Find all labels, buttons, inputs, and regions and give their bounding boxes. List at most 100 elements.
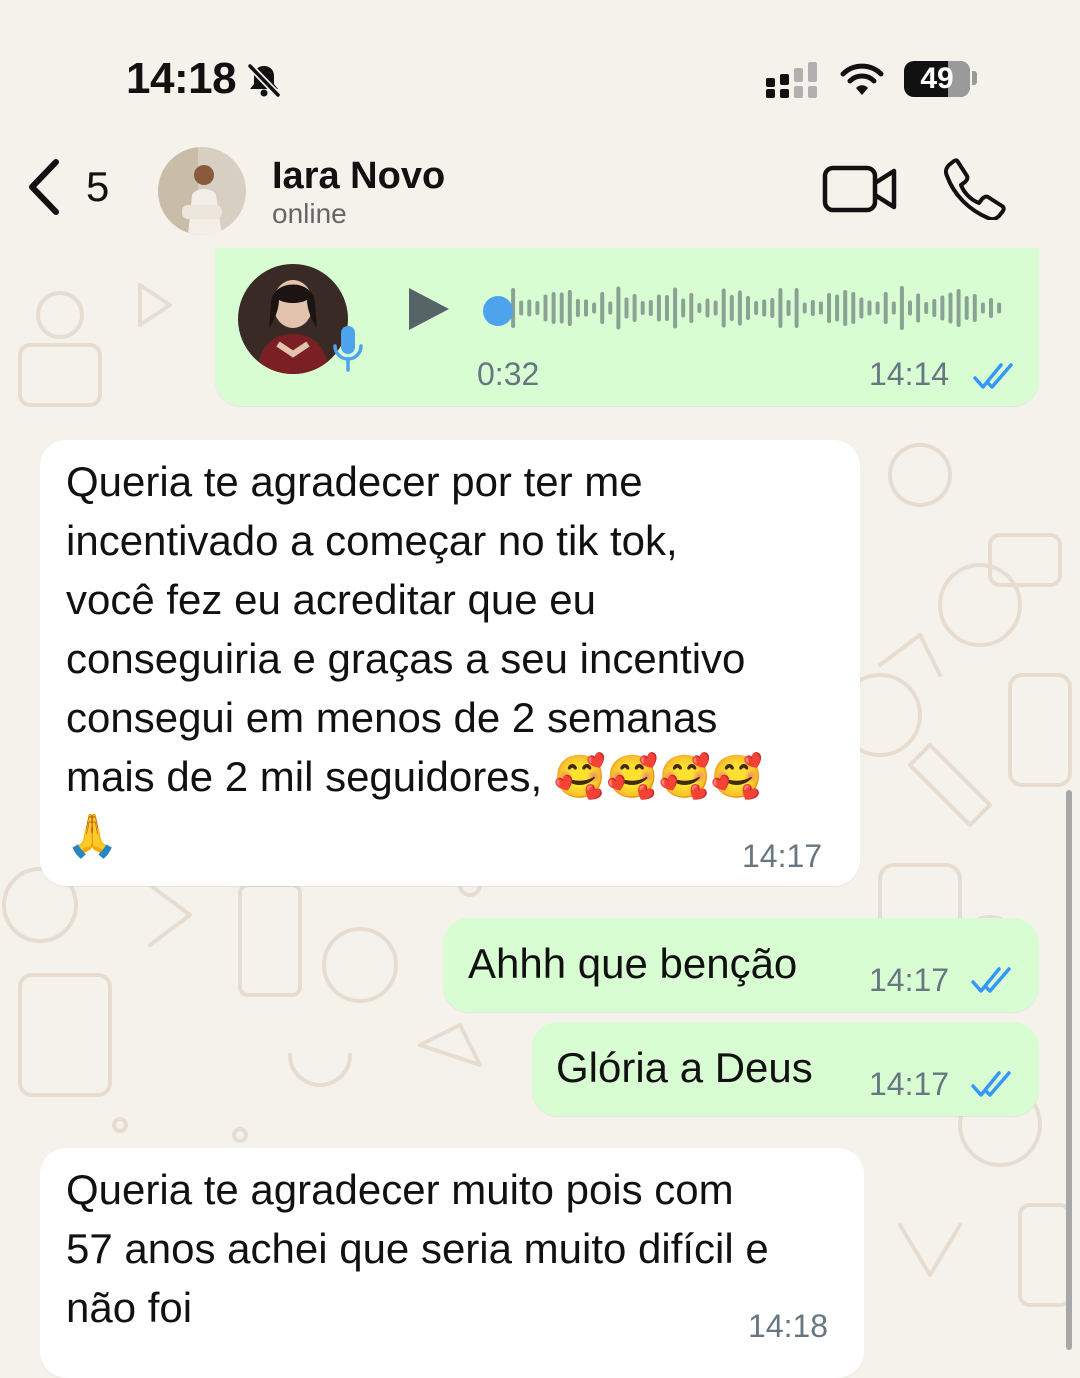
waveform-bar [948,292,953,324]
contact-avatar[interactable] [158,147,246,235]
bell-slash-icon [247,63,281,98]
incoming-message[interactable]: Queria te agradecer por ter me incentiva… [40,440,860,886]
waveform-bar [640,301,645,315]
chevron-left-icon [29,159,59,215]
waveform-bar [956,289,961,327]
waveform-bar [608,301,613,315]
phone-call-icon[interactable] [944,158,1006,220]
waveform-bar [924,302,929,314]
waveform-bar [875,301,880,315]
waveform-bar [843,290,848,326]
outgoing-message[interactable]: Glória a Deus 14:17 [532,1022,1039,1116]
waveform-bar [713,300,718,316]
message-line: consegui em menos de 2 semanas [66,694,718,741]
outgoing-message[interactable]: Ahhh que benção 14:17 [443,918,1039,1012]
waveform-bar [575,299,580,317]
waveform-bar [762,299,767,317]
waveform-bar [656,294,661,322]
message-line: não foi [66,1284,193,1331]
waveform-bar [746,296,750,320]
voice-duration: 0:32 [477,356,540,392]
contact-name[interactable]: Iara Novo [272,155,445,198]
read-receipt-icon [971,967,1011,993]
waveform-bar [737,290,742,326]
waveform-bar [721,288,726,328]
contact-status: online [272,198,347,229]
waveform-bar [810,300,815,316]
waveform-bar [648,300,653,316]
waveform-bar [867,300,872,316]
waveform-bar [964,296,969,320]
message-time: 14:17 [742,838,823,874]
waveform-bar [754,301,759,315]
waveform-bar [616,286,621,330]
waveform-bar [624,297,629,319]
status-time: 14:18 [126,54,237,103]
waveform-bar [899,286,904,330]
message-line: mais de 2 mil seguidores, 🥰🥰🥰🥰 [66,753,764,800]
waveform-bar [729,295,734,321]
waveform-bar [980,302,985,314]
message-line: Queria te agradecer muito pois com [66,1166,734,1213]
unread-count: 5 [86,163,110,210]
message-line: 57 anos achei que seria muito difícil e [66,1225,769,1272]
play-icon[interactable] [407,286,451,332]
waveform-bar [989,298,993,318]
voice-message[interactable]: 0:32 14:14 [215,248,1039,406]
waveform-bar [551,292,556,324]
waveform-bar [972,294,977,322]
message-text: Glória a Deus [556,1044,813,1091]
waveform-bar [802,302,807,314]
waveform-bar [543,294,548,322]
waveform-bar [770,298,775,318]
scrollbar[interactable] [1066,790,1072,1350]
audio-waveform[interactable] [503,284,1013,332]
waveform-bar [527,299,532,317]
message-line: você fez eu acreditar que eu [66,576,597,623]
waveform-bar [592,302,597,314]
waveform-bar [997,302,1002,314]
waveform-bar [519,300,524,316]
message-time: 14:17 [869,962,950,998]
waveform-bar [908,300,912,316]
waveform-bar [673,287,678,329]
cellular-signal-icon [766,62,817,98]
back-button[interactable]: 5 [26,158,109,216]
battery-indicator: 49 [904,61,970,97]
waveform-bar [932,299,937,317]
waveform-bar [705,298,710,318]
waveform-bar [567,290,572,326]
waveform-bar [835,294,840,322]
waveform-bar [697,303,702,313]
waveform-bar [778,288,783,328]
video-call-icon[interactable] [822,163,898,215]
waveform-bar [851,292,856,324]
waveform-bar [665,295,669,321]
waveform-bar [559,292,564,324]
waveform-bar [827,293,831,323]
waveform-bar [786,300,791,316]
read-receipt-icon [971,1071,1011,1097]
waveform-bar [794,288,799,328]
waveform-bar [632,294,637,322]
waveform-bar [891,301,896,315]
waveform-bar [916,293,921,323]
waveform-bar [689,293,694,323]
message-time: 14:17 [869,1066,950,1102]
message-line: conseguiria e graças a seu incentivo [66,635,746,682]
waveform-bar [883,292,888,324]
waveform-bar [600,292,605,324]
message-time: 14:14 [869,356,950,392]
wifi-icon [840,63,884,95]
battery-level: 49 [920,62,954,95]
playback-scrubber[interactable] [483,296,513,326]
message-line: Queria te agradecer por ter me [66,458,643,505]
message-line: incentivado a começar no tik tok, [66,517,678,564]
waveform-bar [818,301,823,315]
waveform-bar [681,298,686,318]
message-time: 14:18 [748,1308,829,1344]
message-text: Ahhh que benção [468,940,798,987]
read-receipt-icon [973,363,1013,389]
incoming-message[interactable]: Queria te agradecer muito pois com 57 an… [40,1148,864,1378]
waveform-bar [584,299,588,317]
